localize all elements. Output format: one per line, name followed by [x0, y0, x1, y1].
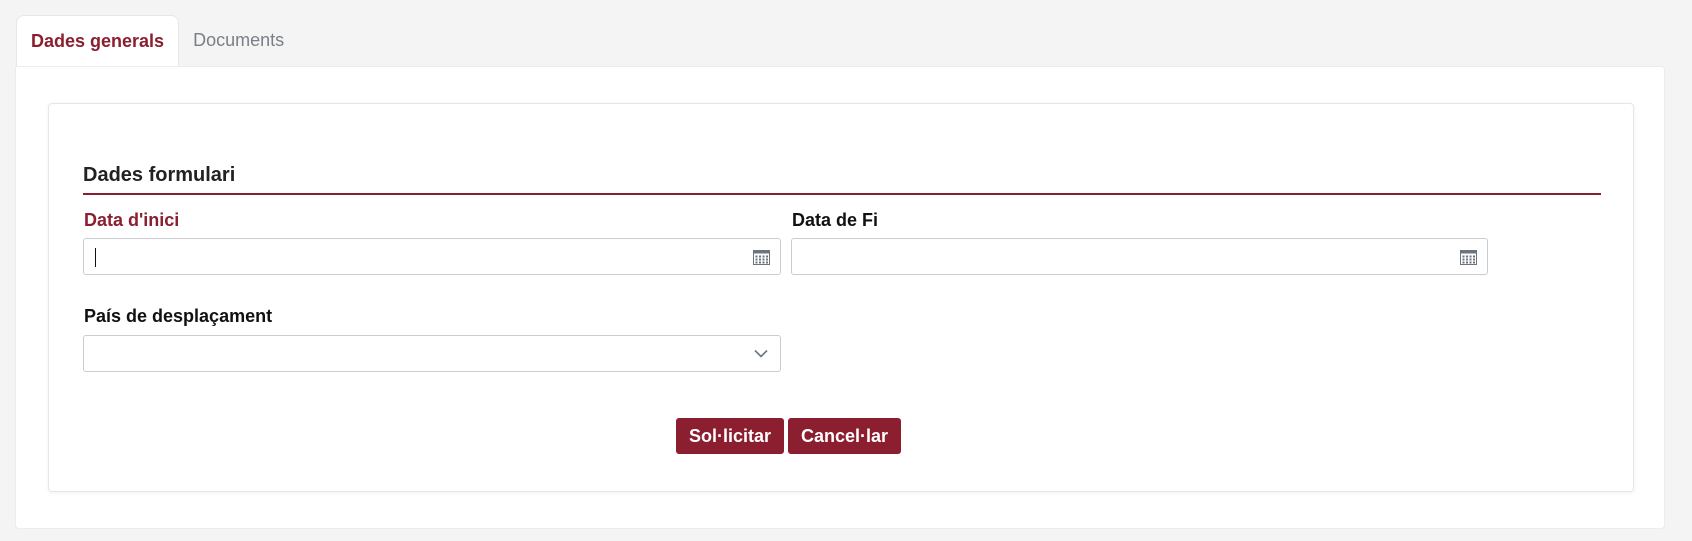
- start-date-input[interactable]: [84, 239, 780, 274]
- tab-documents-label: Documents: [193, 30, 285, 50]
- text-cursor: [95, 248, 96, 267]
- country-select[interactable]: [83, 335, 781, 372]
- section-divider: [83, 193, 1601, 195]
- section-title: Dades formulari: [83, 164, 236, 186]
- tab-panel: Dades formulari Data d'inici Data de Fi: [15, 66, 1665, 529]
- form-card: Dades formulari Data d'inici Data de Fi: [48, 103, 1634, 492]
- cancel-button[interactable]: Cancel·lar: [788, 418, 902, 454]
- tab-documents[interactable]: Documents: [179, 15, 298, 66]
- end-date-label: Data de Fi: [792, 210, 879, 230]
- start-date-label: Data d'inici: [84, 210, 180, 230]
- start-date-field[interactable]: [83, 238, 781, 275]
- chevron-down-icon[interactable]: [754, 349, 768, 358]
- tab-dades-generals[interactable]: Dades generals: [16, 15, 180, 66]
- submit-request-button[interactable]: Sol·licitar: [676, 418, 785, 454]
- country-label: País de desplaçament: [84, 306, 273, 326]
- tab-dades-generals-label: Dades generals: [31, 30, 165, 51]
- calendar-icon[interactable]: [753, 249, 770, 265]
- end-date-field[interactable]: [791, 238, 1488, 275]
- tab-bar: Dades generals Documents: [16, 15, 298, 66]
- end-date-input[interactable]: [792, 239, 1487, 274]
- calendar-icon[interactable]: [1460, 249, 1477, 265]
